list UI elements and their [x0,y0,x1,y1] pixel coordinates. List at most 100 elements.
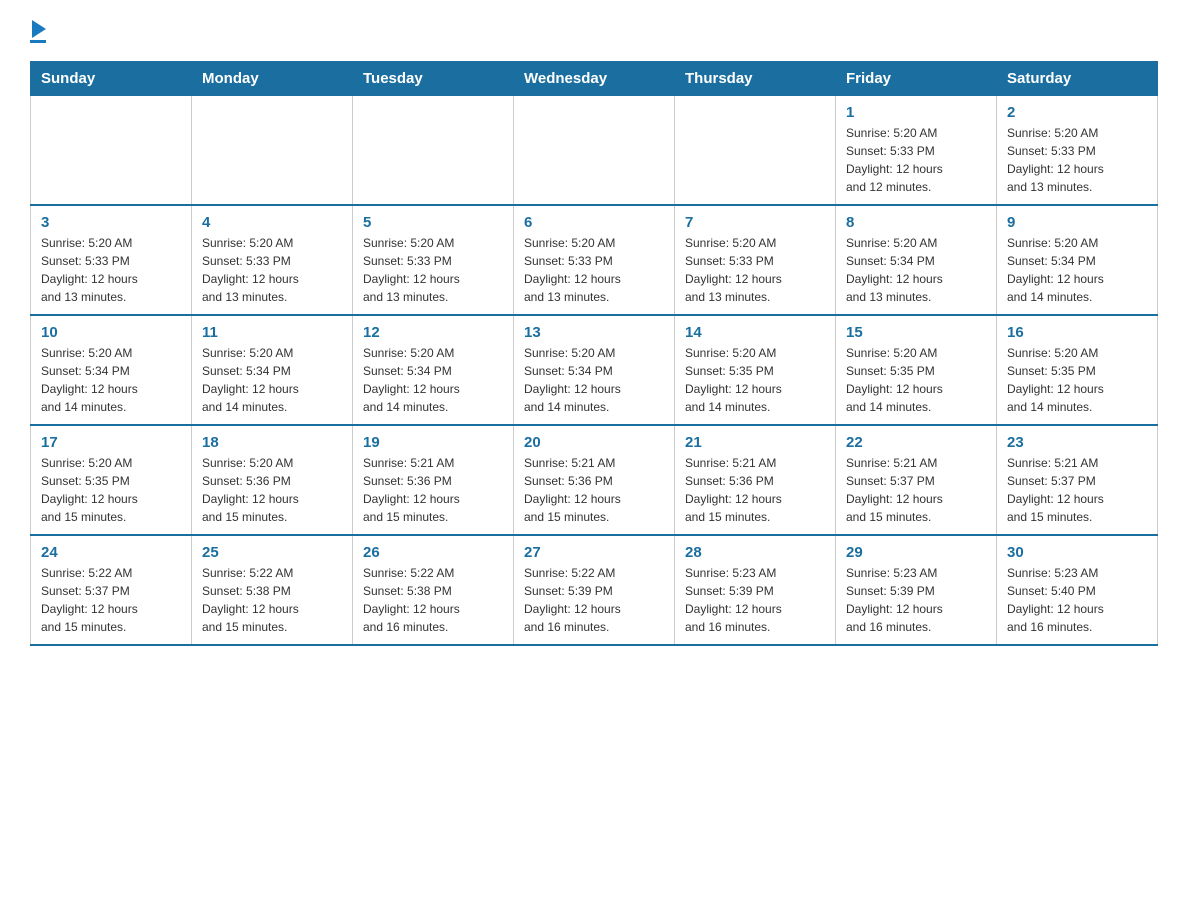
day-info: Sunrise: 5:20 AMSunset: 5:34 PMDaylight:… [524,344,664,416]
day-info: Sunrise: 5:20 AMSunset: 5:35 PMDaylight:… [685,344,825,416]
weekday-header-saturday: Saturday [997,62,1158,96]
calendar-row-3: 10 Sunrise: 5:20 AMSunset: 5:34 PMDayligh… [31,315,1158,425]
day-info: Sunrise: 5:20 AMSunset: 5:35 PMDaylight:… [846,344,986,416]
day-number: 24 [41,544,181,561]
day-number: 14 [685,324,825,341]
day-info: Sunrise: 5:23 AMSunset: 5:39 PMDaylight:… [685,564,825,636]
weekday-header-friday: Friday [836,62,997,96]
calendar-cell: 4Sunrise: 5:20 AMSunset: 5:33 PMDaylight… [192,205,353,315]
day-info: Sunrise: 5:21 AMSunset: 5:36 PMDaylight:… [524,454,664,526]
weekday-header-thursday: Thursday [675,62,836,96]
day-info: Sunrise: 5:20 AMSunset: 5:34 PMDaylight:… [202,344,342,416]
day-number: 9 [1007,214,1147,231]
calendar-cell [31,96,192,206]
day-number: 26 [363,544,503,561]
day-number: 13 [524,324,664,341]
calendar-cell: 27 Sunrise: 5:22 AMSunset: 5:39 PMDayligh… [514,535,675,645]
day-info: Sunrise: 5:20 AMSunset: 5:33 PMDaylight:… [1007,124,1147,196]
day-number: 28 [685,544,825,561]
day-info: Sunrise: 5:20 AMSunset: 5:33 PMDaylight:… [202,234,342,306]
day-info: Sunrise: 5:20 AMSunset: 5:34 PMDaylight:… [363,344,503,416]
calendar-cell: 18 Sunrise: 5:20 AMSunset: 5:36 PMDayligh… [192,425,353,535]
calendar-cell: 19 Sunrise: 5:21 AMSunset: 5:36 PMDayligh… [353,425,514,535]
day-number: 18 [202,434,342,451]
day-info: Sunrise: 5:20 AMSunset: 5:33 PMDaylight:… [524,234,664,306]
weekday-header-sunday: Sunday [31,62,192,96]
calendar-cell: 13 Sunrise: 5:20 AMSunset: 5:34 PMDayligh… [514,315,675,425]
calendar-cell: 12 Sunrise: 5:20 AMSunset: 5:34 PMDayligh… [353,315,514,425]
day-info: Sunrise: 5:20 AMSunset: 5:33 PMDaylight:… [685,234,825,306]
day-number: 19 [363,434,503,451]
calendar-cell: 14 Sunrise: 5:20 AMSunset: 5:35 PMDayligh… [675,315,836,425]
day-number: 27 [524,544,664,561]
calendar-cell: 8Sunrise: 5:20 AMSunset: 5:34 PMDaylight… [836,205,997,315]
weekday-header-monday: Monday [192,62,353,96]
day-info: Sunrise: 5:20 AMSunset: 5:33 PMDaylight:… [363,234,503,306]
calendar-cell: 7 Sunrise: 5:20 AMSunset: 5:33 PMDaylight… [675,205,836,315]
calendar-cell: 2 Sunrise: 5:20 AMSunset: 5:33 PMDaylight… [997,96,1158,206]
day-number: 12 [363,324,503,341]
day-info: Sunrise: 5:22 AMSunset: 5:37 PMDaylight:… [41,564,181,636]
calendar-cell: 21 Sunrise: 5:21 AMSunset: 5:36 PMDayligh… [675,425,836,535]
calendar-cell: 6Sunrise: 5:20 AMSunset: 5:33 PMDaylight… [514,205,675,315]
day-info: Sunrise: 5:20 AMSunset: 5:35 PMDaylight:… [41,454,181,526]
calendar-cell: 3 Sunrise: 5:20 AMSunset: 5:33 PMDaylight… [31,205,192,315]
calendar-cell [675,96,836,206]
calendar-cell: 26Sunrise: 5:22 AMSunset: 5:38 PMDayligh… [353,535,514,645]
calendar-cell: 28 Sunrise: 5:23 AMSunset: 5:39 PMDayligh… [675,535,836,645]
calendar-row-4: 17 Sunrise: 5:20 AMSunset: 5:35 PMDayligh… [31,425,1158,535]
day-info: Sunrise: 5:20 AMSunset: 5:34 PMDaylight:… [846,234,986,306]
day-info: Sunrise: 5:21 AMSunset: 5:37 PMDaylight:… [1007,454,1147,526]
day-number: 30 [1007,544,1147,561]
day-info: Sunrise: 5:20 AMSunset: 5:34 PMDaylight:… [1007,234,1147,306]
calendar-cell [514,96,675,206]
day-number: 11 [202,324,342,341]
day-info: Sunrise: 5:22 AMSunset: 5:38 PMDaylight:… [202,564,342,636]
calendar-table: SundayMondayTuesdayWednesdayThursdayFrid… [30,61,1158,646]
day-number: 25 [202,544,342,561]
day-info: Sunrise: 5:20 AMSunset: 5:36 PMDaylight:… [202,454,342,526]
calendar-cell: 29Sunrise: 5:23 AMSunset: 5:39 PMDayligh… [836,535,997,645]
calendar-cell: 16Sunrise: 5:20 AMSunset: 5:35 PMDayligh… [997,315,1158,425]
day-number: 2 [1007,104,1147,121]
day-number: 15 [846,324,986,341]
calendar-row-1: 1 Sunrise: 5:20 AMSunset: 5:33 PMDaylight… [31,96,1158,206]
weekday-header-wednesday: Wednesday [514,62,675,96]
calendar-cell: 30 Sunrise: 5:23 AMSunset: 5:40 PMDayligh… [997,535,1158,645]
calendar-cell: 1 Sunrise: 5:20 AMSunset: 5:33 PMDaylight… [836,96,997,206]
calendar-cell: 5 Sunrise: 5:20 AMSunset: 5:33 PMDaylight… [353,205,514,315]
day-number: 17 [41,434,181,451]
day-number: 20 [524,434,664,451]
day-number: 16 [1007,324,1147,341]
calendar-cell: 9 Sunrise: 5:20 AMSunset: 5:34 PMDaylight… [997,205,1158,315]
day-number: 7 [685,214,825,231]
day-number: 10 [41,324,181,341]
calendar-cell: 20 Sunrise: 5:21 AMSunset: 5:36 PMDayligh… [514,425,675,535]
day-info: Sunrise: 5:20 AMSunset: 5:33 PMDaylight:… [41,234,181,306]
day-number: 23 [1007,434,1147,451]
calendar-row-5: 24 Sunrise: 5:22 AMSunset: 5:37 PMDayligh… [31,535,1158,645]
calendar-cell: 10 Sunrise: 5:20 AMSunset: 5:34 PMDayligh… [31,315,192,425]
day-number: 21 [685,434,825,451]
day-info: Sunrise: 5:23 AMSunset: 5:40 PMDaylight:… [1007,564,1147,636]
day-info: Sunrise: 5:20 AMSunset: 5:34 PMDaylight:… [41,344,181,416]
day-info: Sunrise: 5:21 AMSunset: 5:36 PMDaylight:… [685,454,825,526]
day-number: 22 [846,434,986,451]
calendar-cell: 24 Sunrise: 5:22 AMSunset: 5:37 PMDayligh… [31,535,192,645]
weekday-header-row: SundayMondayTuesdayWednesdayThursdayFrid… [31,62,1158,96]
day-number: 3 [41,214,181,231]
day-info: Sunrise: 5:21 AMSunset: 5:36 PMDaylight:… [363,454,503,526]
logo [30,20,46,43]
calendar-cell: 11 Sunrise: 5:20 AMSunset: 5:34 PMDayligh… [192,315,353,425]
calendar-cell: 25 Sunrise: 5:22 AMSunset: 5:38 PMDayligh… [192,535,353,645]
calendar-cell: 15 Sunrise: 5:20 AMSunset: 5:35 PMDayligh… [836,315,997,425]
day-number: 1 [846,104,986,121]
calendar-row-2: 3 Sunrise: 5:20 AMSunset: 5:33 PMDaylight… [31,205,1158,315]
day-info: Sunrise: 5:20 AMSunset: 5:33 PMDaylight:… [846,124,986,196]
day-number: 5 [363,214,503,231]
calendar-cell: 23 Sunrise: 5:21 AMSunset: 5:37 PMDayligh… [997,425,1158,535]
day-info: Sunrise: 5:22 AMSunset: 5:39 PMDaylight:… [524,564,664,636]
logo-underline [30,40,46,43]
day-info: Sunrise: 5:21 AMSunset: 5:37 PMDaylight:… [846,454,986,526]
weekday-header-tuesday: Tuesday [353,62,514,96]
